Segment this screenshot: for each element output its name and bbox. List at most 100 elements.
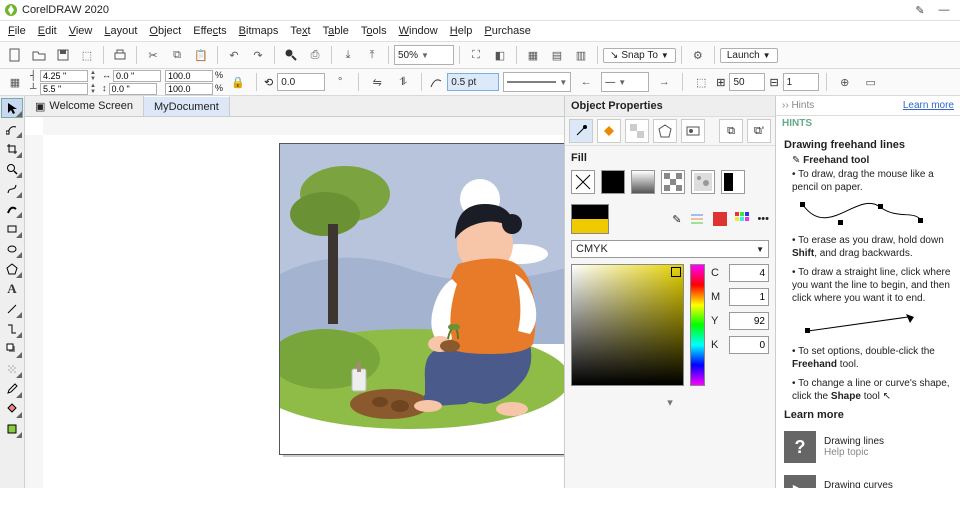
- minimize-button[interactable]: —: [932, 4, 956, 16]
- redo-button[interactable]: ↷: [247, 44, 269, 66]
- black-input[interactable]: [729, 336, 769, 354]
- transparency-tool[interactable]: [2, 360, 22, 378]
- import-button[interactable]: ⤓: [337, 44, 359, 66]
- menu-text[interactable]: Text: [284, 23, 316, 39]
- open-button[interactable]: [28, 44, 50, 66]
- page[interactable]: [279, 143, 564, 455]
- copy-props-button[interactable]: ⧉: [719, 119, 743, 143]
- save-button[interactable]: [52, 44, 74, 66]
- launch-button[interactable]: Launch ▼: [720, 48, 778, 63]
- smart-fill-tool[interactable]: [2, 420, 22, 438]
- color-viewer-icon[interactable]: [713, 212, 727, 226]
- zoom-tool[interactable]: [2, 160, 22, 178]
- wrap-button[interactable]: ⬚: [690, 71, 712, 93]
- no-fill-button[interactable]: [571, 170, 595, 194]
- eyedropper-tool[interactable]: [2, 380, 22, 398]
- rotate-input-lock[interactable]: °: [329, 71, 351, 93]
- tab-mydocument[interactable]: MyDocument: [144, 96, 230, 116]
- shape-tool[interactable]: [2, 120, 22, 138]
- angle-input[interactable]: 0.0: [277, 73, 325, 91]
- polygon-tool[interactable]: [2, 260, 22, 278]
- y-input[interactable]: [40, 83, 88, 95]
- color-picker-area[interactable]: [571, 264, 684, 386]
- mid-arrow-combo[interactable]: —▼: [601, 72, 649, 92]
- text-tool[interactable]: A: [2, 280, 22, 298]
- expand-icon[interactable]: ▾: [571, 392, 769, 413]
- hue-slider[interactable]: [690, 264, 705, 386]
- more-options-icon[interactable]: •••: [757, 213, 769, 225]
- undo-button[interactable]: ↶: [223, 44, 245, 66]
- export-button[interactable]: ⤒: [361, 44, 383, 66]
- pan-button[interactable]: ⎙: [304, 44, 326, 66]
- snap-to-button[interactable]: ↘ Snap To ▼: [603, 48, 676, 63]
- magenta-input[interactable]: [729, 288, 769, 306]
- paste-button[interactable]: 📋: [190, 44, 212, 66]
- scale-y-input[interactable]: [165, 83, 213, 95]
- zoom-combo[interactable]: 50%▼: [394, 45, 454, 65]
- fountain-fill-button[interactable]: [631, 170, 655, 194]
- feedback-icon[interactable]: ✎: [908, 4, 932, 17]
- menu-edit[interactable]: Edit: [32, 23, 63, 39]
- hints-tab-label[interactable]: Hints: [791, 100, 814, 111]
- new-button[interactable]: [4, 44, 26, 66]
- tab-welcome[interactable]: ▣ Welcome Screen: [25, 96, 144, 116]
- menu-bitmaps[interactable]: Bitmaps: [233, 23, 285, 39]
- menu-window[interactable]: Window: [393, 23, 444, 39]
- mirror-v-button[interactable]: ⥮: [392, 71, 414, 93]
- line-style-combo[interactable]: ▼: [503, 72, 571, 92]
- cloud-button[interactable]: ⬚: [76, 44, 98, 66]
- print-button[interactable]: [109, 44, 131, 66]
- bbox-button[interactable]: ▭: [860, 71, 882, 93]
- fill-tab[interactable]: [597, 119, 621, 143]
- presets-button[interactable]: ▦: [4, 71, 26, 93]
- eyedropper-icon[interactable]: ✎: [672, 213, 681, 226]
- color-model-combo[interactable]: CMYK▼: [571, 240, 769, 258]
- width-input[interactable]: [113, 70, 161, 82]
- color-sliders-icon[interactable]: [689, 212, 705, 226]
- menu-tools[interactable]: Tools: [355, 23, 393, 39]
- canvas[interactable]: [43, 135, 564, 488]
- lock-ratio-button[interactable]: 🔒: [227, 71, 249, 93]
- cols-input[interactable]: 1: [783, 73, 819, 91]
- rows-input[interactable]: 50: [729, 73, 765, 91]
- cut-button[interactable]: ✂: [142, 44, 164, 66]
- menu-table[interactable]: Table: [317, 23, 355, 39]
- outline-width-input[interactable]: 0.5 pt: [447, 73, 499, 91]
- rectangle-tool[interactable]: [2, 220, 22, 238]
- summary-tab[interactable]: [681, 119, 705, 143]
- start-arrow-button[interactable]: ←: [575, 71, 597, 93]
- cyan-input[interactable]: [729, 264, 769, 282]
- connector-tool[interactable]: [2, 320, 22, 338]
- pattern-fill-button[interactable]: [661, 170, 685, 194]
- guidelines-button[interactable]: ▥: [570, 44, 592, 66]
- outline-tab[interactable]: [569, 119, 593, 143]
- detail-tab[interactable]: [653, 119, 677, 143]
- ellipse-tool[interactable]: [2, 240, 22, 258]
- transparency-tab[interactable]: [625, 119, 649, 143]
- current-color-swatch[interactable]: [571, 204, 609, 234]
- texture-fill-button[interactable]: [691, 170, 715, 194]
- freehand-tool[interactable]: [2, 180, 22, 198]
- artistic-media-tool[interactable]: [2, 200, 22, 218]
- crop-tool[interactable]: [2, 140, 22, 158]
- parallel-dimension-tool[interactable]: [2, 300, 22, 318]
- preview-button[interactable]: ◧: [489, 44, 511, 66]
- drop-shadow-tool[interactable]: [2, 340, 22, 358]
- scale-x-input[interactable]: [165, 70, 213, 82]
- menu-layout[interactable]: Layout: [98, 23, 143, 39]
- yellow-input[interactable]: [729, 312, 769, 330]
- grid-button[interactable]: ▤: [546, 44, 568, 66]
- learn-item-2[interactable]: ▶ Drawing curvesVideo: [784, 469, 952, 488]
- learn-item-1[interactable]: ? Drawing linesHelp topic: [784, 425, 952, 469]
- options-button[interactable]: ⚙: [687, 44, 709, 66]
- postscript-fill-button[interactable]: [721, 170, 745, 194]
- menu-object[interactable]: Object: [143, 23, 187, 39]
- mirror-h-button[interactable]: ⇋: [366, 71, 388, 93]
- uniform-fill-button[interactable]: [601, 170, 625, 194]
- x-input[interactable]: [40, 70, 88, 82]
- menu-purchase[interactable]: Purchase: [478, 23, 536, 39]
- height-input[interactable]: [109, 83, 157, 95]
- menu-effects[interactable]: Effects: [187, 23, 232, 39]
- pick-tool[interactable]: [1, 98, 23, 118]
- menu-help[interactable]: Help: [444, 23, 479, 39]
